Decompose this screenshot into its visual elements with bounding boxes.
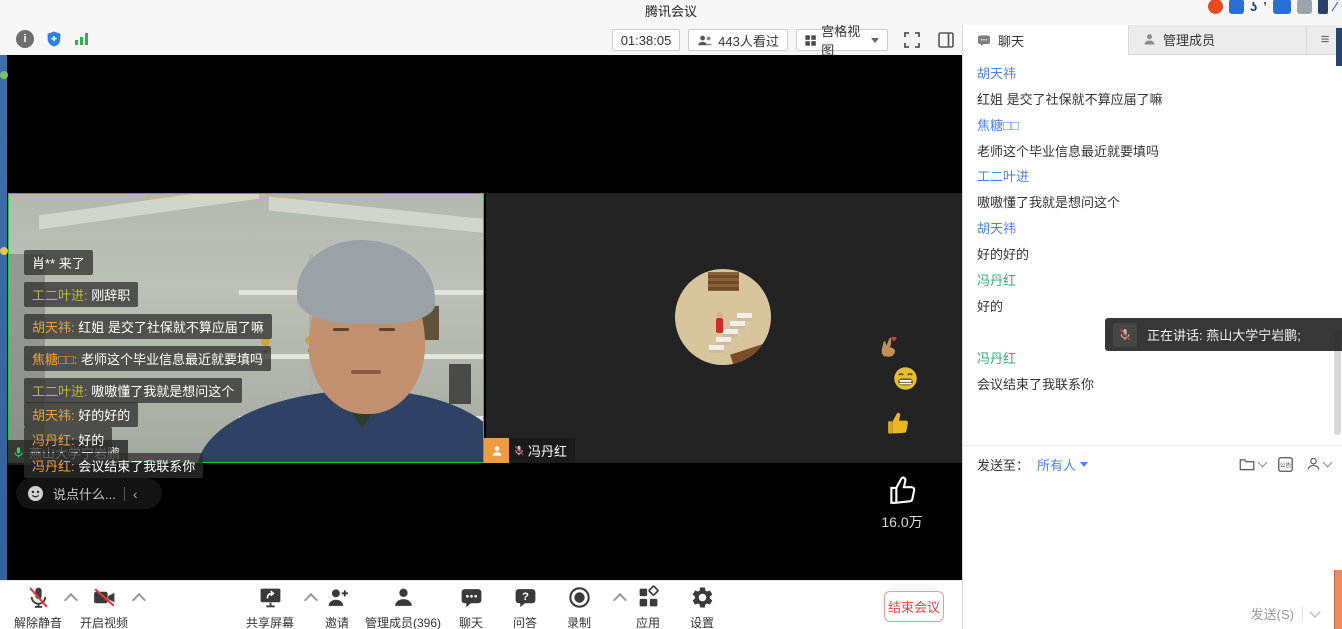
- send-button[interactable]: 发送(S): [1251, 604, 1294, 623]
- chinese-mode-icon[interactable]: [1229, 0, 1244, 14]
- tab-manage-members[interactable]: 管理成员: [1128, 25, 1306, 55]
- tencent-meeting-window: 腾讯会议 ʖ ’ ⁄ i 01:38:05: [0, 0, 1342, 629]
- like-count: 16.0万: [876, 512, 928, 532]
- end-meeting-button[interactable]: 结束会议: [884, 591, 944, 622]
- send-to-label: 发送至：: [977, 455, 1029, 474]
- record-icon: [567, 585, 592, 610]
- system-tray: ʖ ’ ⁄: [1208, 0, 1336, 15]
- sogou-input-logo-icon[interactable]: [1208, 0, 1223, 14]
- chevron-down-icon: [1080, 462, 1088, 467]
- like-button[interactable]: 16.0万: [876, 473, 928, 532]
- send-to-dropdown[interactable]: 所有人: [1037, 455, 1088, 474]
- background-window-sliver: [1336, 28, 1342, 66]
- overlay-message: 冯丹红: 会议结束了我联系你: [24, 453, 203, 478]
- toolbox-icon[interactable]: [1297, 0, 1312, 14]
- shape-mode-icon[interactable]: ʖ: [1250, 0, 1257, 14]
- comment-placeholder: 说点什么...: [53, 484, 116, 503]
- chat-message: 冯丹红 会议结束了我联系你: [977, 350, 1323, 394]
- chat-message: 焦糖□□ 老师这个毕业信息最近就要填吗: [977, 117, 1323, 161]
- collapse-chevron-icon[interactable]: ‹: [133, 487, 138, 501]
- person-outline-icon: [1305, 455, 1322, 473]
- svg-text:公告: 公告: [1280, 460, 1292, 468]
- meeting-toolbar: i 01:38:05 443人看过 宫格视图: [0, 25, 962, 56]
- quick-comment-input[interactable]: 说点什么... ‹: [16, 478, 162, 509]
- chat-message: 胡天祎 红姐 是交了社保就不算应届了嘛: [977, 65, 1323, 109]
- control-bar: 解除静音 开启视频 共享屏幕: [0, 580, 962, 629]
- video-stage: 肖** 来了 工二叶进: 刚辞职 胡天祎: 红姐 是交了社保就不算应届了嘛 焦糖…: [0, 55, 962, 580]
- announcement-icon[interactable]: 公告: [1276, 455, 1295, 474]
- chat-bubble-icon: [976, 33, 992, 48]
- chevron-down-icon: [1258, 458, 1268, 468]
- start-video-button[interactable]: 开启视频: [59, 585, 149, 629]
- background-window-sliver: [1334, 570, 1342, 629]
- member-filter-dropdown[interactable]: [1305, 455, 1331, 473]
- speaker-hair: [297, 240, 435, 324]
- chat-message-list[interactable]: 胡天祎 红姐 是交了社保就不算应届了嘛 焦糖□□ 老师这个毕业信息最近就要填吗 …: [963, 55, 1342, 445]
- speaking-toast-text: 正在讲话: 燕山大学宁岩鹏;: [1147, 325, 1301, 344]
- titlebar: 腾讯会议 ʖ ’ ⁄: [0, 0, 1342, 25]
- viewer-count-button[interactable]: 443人看过: [688, 29, 788, 51]
- chat-message: 冯丹红 好的: [977, 272, 1323, 316]
- folder-icon: [1237, 455, 1257, 473]
- fullscreen-icon[interactable]: [902, 30, 922, 50]
- send-to-row: 发送至： 所有人 公告: [963, 445, 1342, 482]
- pinned-member-chip: 冯丹红: [484, 438, 575, 463]
- mic-muted-icon: [513, 444, 525, 457]
- soft-keyboard-icon[interactable]: [1273, 0, 1291, 14]
- member-avatar: [675, 269, 771, 365]
- shield-icon[interactable]: [45, 29, 63, 49]
- finger-heart-icon: [878, 333, 902, 361]
- overlay-message: 胡天祎: 好的好的: [24, 402, 138, 427]
- settings-button[interactable]: 设置: [657, 585, 747, 629]
- chat-message: 胡天祎 好的好的: [977, 220, 1323, 264]
- chevron-down-icon: [1323, 458, 1333, 468]
- side-panel-icon[interactable]: [936, 30, 956, 50]
- chat-input-area[interactable]: [963, 481, 1342, 598]
- tab-chat[interactable]: 聊天: [963, 25, 1128, 55]
- file-transfer-dropdown[interactable]: [1237, 455, 1266, 473]
- grinning-face-icon: [892, 365, 919, 392]
- send-options-chevron[interactable]: [1309, 606, 1320, 617]
- emoji-smiley-icon[interactable]: [26, 484, 45, 503]
- host-badge-icon: [484, 438, 509, 463]
- wrench-icon[interactable]: ⁄: [1334, 0, 1336, 14]
- meeting-timer: 01:38:05: [612, 29, 680, 51]
- punctuation-icon[interactable]: ’: [1263, 0, 1267, 14]
- info-icon[interactable]: i: [16, 30, 34, 48]
- gear-icon: [690, 585, 715, 610]
- speaking-toast: 正在讲话: 燕山大学宁岩鹏;: [1105, 318, 1342, 351]
- overlay-message: 工二叶进: 嗷嗷懂了我就是想问这个: [24, 378, 242, 403]
- like-thumb-icon: [884, 473, 920, 507]
- window-title: 腾讯会议: [0, 0, 1342, 24]
- overlay-message: 工二叶进: 刚辞职: [24, 282, 138, 307]
- view-mode-dropdown[interactable]: 宫格视图: [796, 29, 888, 51]
- grid-view-icon: [805, 34, 816, 47]
- pinned-member-name: 冯丹红: [528, 441, 567, 460]
- overlay-message: 胡天祎: 红姐 是交了社保就不算应届了嘛: [24, 314, 272, 339]
- tray-extra-icon[interactable]: [1318, 0, 1328, 14]
- send-row: 发送(S): [963, 598, 1342, 629]
- svg-text:?: ?: [522, 591, 529, 603]
- overlay-message: 焦糖□□: 老师这个毕业信息最近就要填吗: [24, 346, 271, 371]
- people-icon: [697, 34, 713, 47]
- overlay-message: 肖** 来了: [24, 250, 93, 275]
- mic-muted-icon: [26, 585, 51, 610]
- chat-message: 工二叶进 嗷嗷懂了我就是想问这个: [977, 168, 1323, 212]
- camera-muted-icon: [92, 585, 117, 610]
- overlay-message: 冯丹红: 好的: [24, 427, 112, 452]
- person-icon: [391, 585, 416, 610]
- person-icon: [1142, 32, 1157, 47]
- thumbs-up-icon: [884, 409, 912, 437]
- share-screen-icon: [258, 585, 283, 610]
- chevron-down-icon: [871, 38, 879, 43]
- background-window-strip: [0, 55, 7, 580]
- mic-muted-icon: [1118, 327, 1132, 342]
- invite-person-icon: [325, 585, 350, 610]
- network-signal-icon[interactable]: [74, 32, 90, 46]
